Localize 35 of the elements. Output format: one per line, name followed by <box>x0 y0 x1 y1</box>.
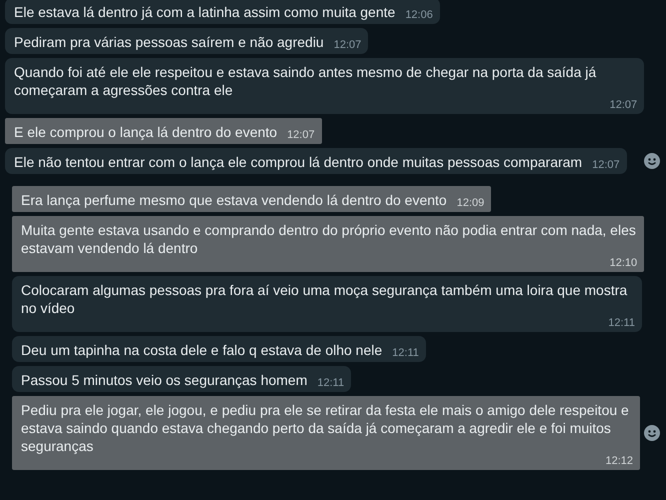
message-time: 12:11 <box>391 347 419 360</box>
message-bubble[interactable]: Quando foi até ele ele respeitou e estava saindo antes mesmo de chegar na porta da saída já começaram a agressões contra ele 12:07 <box>5 58 644 114</box>
message-time: 12:11 <box>316 377 344 390</box>
message-text: Muita gente estava usando e comprando dentro do próprio evento não podia entrar com nada, eles estavam vendendo lá dentro <box>21 221 637 257</box>
message-text: Deu um tapinha na costa dele e falo q estava de olho nele <box>21 341 382 359</box>
message-text: Ele não tentou entrar com o lança ele comprou lá dentro onde muitas pessoas compararam <box>14 153 582 171</box>
message-text: Pediu pra ele jogar, ele jogou, e pediu pra ele se retirar da festa ele mais o amigo dele respeitou e estava saindo quando estava chegando perto da saída já começaram a agredir ele e foi muitos seguranças <box>21 401 630 455</box>
message-text: Pediram pra várias pessoas saírem e não agrediu <box>14 33 324 51</box>
message-bubble[interactable]: Pediram pra várias pessoas saírem e não agrediu 12:07 <box>5 28 368 54</box>
message-text: Passou 5 minutos veio os seguranças homem <box>21 371 308 389</box>
message-time: 12:07 <box>332 39 362 52</box>
message-time: 12:12 <box>604 455 633 468</box>
message-bubble[interactable]: Era lança perfume mesmo que estava vendendo lá dentro do evento 12:09 <box>12 186 492 212</box>
emoji-icon[interactable] <box>644 153 660 169</box>
message-time: 12:11 <box>607 317 635 330</box>
message-text: Era lança perfume mesmo que estava vendendo lá dentro do evento <box>21 191 447 209</box>
emoji-icon[interactable] <box>644 425 660 441</box>
message-time: 12:10 <box>608 257 638 270</box>
message-time: 12:06 <box>404 9 433 22</box>
message-bubble[interactable]: Muita gente estava usando e comprando dentro do próprio evento não podia entrar com nada, eles estavam vendendo lá dentro 12:10 <box>12 216 644 272</box>
message-bubble[interactable]: Colocaram algumas pessoas pra fora aí veio uma moça segurança também uma loira que mostra no vídeo 12:11 <box>12 276 642 332</box>
message-time: 12:07 <box>286 129 315 142</box>
message-bubble[interactable]: Ele estava lá dentro já com a latinha assim como muita gente 12:06 <box>5 0 440 24</box>
message-time: 12:07 <box>608 99 638 112</box>
message-text: Ele estava lá dentro já com a latinha assim como muita gente <box>14 3 396 21</box>
message-bubble[interactable]: E ele comprou o lança lá dentro do evento 12:07 <box>5 118 322 144</box>
message-bubble[interactable] <box>12 396 640 470</box>
message-bubble[interactable]: Deu um tapinha na costa dele e falo q estava de olho nele 12:11 <box>12 336 426 362</box>
message-bubble[interactable]: Ele não tentou entrar com o lança ele comprou lá dentro onde muitas pessoas compararam 12:07 <box>5 148 627 174</box>
message-text: E ele comprou o lança lá dentro do evento <box>14 123 278 141</box>
message-text: Quando foi até ele ele respeitou e estava saindo antes mesmo de chegar na porta da saída já começaram a agressões contra ele <box>14 63 598 99</box>
message-time: 12:07 <box>591 159 620 172</box>
message-bubble[interactable]: Passou 5 minutos veio os seguranças homem 12:11 <box>12 366 352 392</box>
message-text: Colocaram algumas pessoas pra fora aí veio uma moça segurança também uma loira que mostra no vídeo <box>21 281 628 317</box>
message-time: 12:09 <box>456 197 484 210</box>
